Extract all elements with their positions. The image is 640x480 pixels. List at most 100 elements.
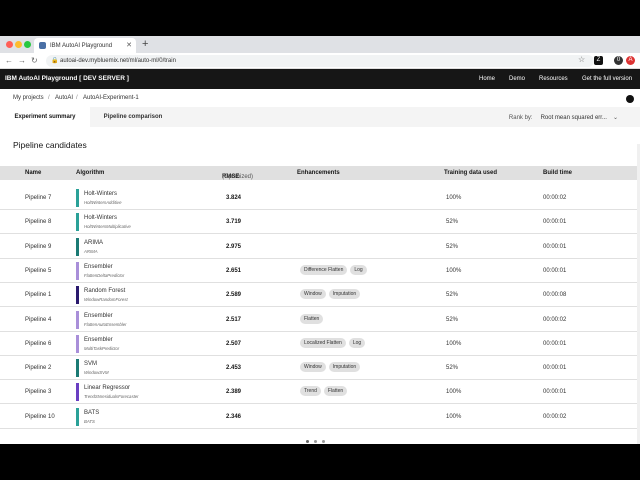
enhancement-tag: Log: [350, 264, 367, 275]
rmse-value: 2.651: [226, 267, 242, 274]
training-data-value: 100%: [446, 195, 462, 201]
enhancement-tag: Log: [348, 337, 366, 348]
build-time-value: 00:00:01: [543, 243, 567, 250]
tab-experiment-summary[interactable]: Experiment summary: [0, 107, 90, 127]
algorithm-estimator: HoltWintersMultiplicative: [84, 224, 131, 230]
pipeline-name[interactable]: Pipeline 8: [25, 219, 51, 225]
build-time-value: 00:00:02: [543, 195, 567, 201]
browser-tab[interactable]: IBM AutoAI Playground ✕: [34, 38, 136, 53]
algorithm-color-bar: [76, 286, 79, 305]
enhancement-tags: Difference Flatten Log: [300, 264, 367, 275]
table-row[interactable]: Pipeline 9 ARIMA ARIMA 2.975 52% 00:00:01: [0, 235, 640, 259]
pagination-dots[interactable]: [306, 440, 325, 443]
col-enhancements[interactable]: Enhancements: [297, 170, 340, 176]
table-row[interactable]: Pipeline 3 Linear Regressor TrendSNresidua…: [0, 380, 640, 405]
table-row[interactable]: Pipeline 7 Holt-Winters HoltWintersAdditiv…: [0, 186, 640, 210]
rmse-value: 2.346: [226, 413, 242, 420]
url-text: autoai-dev.mybluemix.net/ml/auto-ml/0/tr…: [60, 58, 176, 64]
url-field[interactable]: 🔒 autoai-dev.mybluemix.net/ml/auto-ml/0/…: [46, 55, 594, 67]
pipeline-name[interactable]: Pipeline 7: [25, 195, 51, 201]
enhancement-tag: Imputation: [328, 362, 361, 373]
app-brand[interactable]: IBM AutoAI Playground [ DEV SERVER ]: [5, 75, 129, 82]
training-data-value: 52%: [446, 316, 459, 323]
pipeline-name[interactable]: Pipeline 10: [25, 414, 55, 420]
algorithm-estimator: MultiTaskPredictor: [84, 345, 120, 351]
algorithm-estimator: HoltWintersAdditive: [84, 200, 122, 205]
algorithm-estimator: WindowSVM: [84, 370, 109, 376]
rank-by-select[interactable]: Rank by: Root mean squared err... ⌄: [509, 114, 618, 121]
algorithm-color-bar: [76, 334, 79, 353]
rmse-value: 3.824: [226, 195, 242, 201]
table-header: Name Algorithm RMSE (Optimized) Enhancem…: [0, 166, 640, 180]
enhancement-tag: Localized Flatten: [300, 337, 346, 348]
build-time-value: 00:00:08: [543, 292, 567, 299]
algorithm-color-bar: [76, 213, 79, 232]
help-icon[interactable]: [626, 95, 634, 103]
table-row[interactable]: Pipeline 10 BATS BATS 2.346 100% 00:00:02: [0, 405, 640, 429]
section-title: Pipeline candidates: [13, 140, 87, 150]
training-data-value: 52%: [446, 243, 459, 250]
rmse-value: 2.453: [226, 365, 242, 372]
pipeline-name[interactable]: Pipeline 6: [25, 341, 51, 347]
table-row[interactable]: Pipeline 2 SVM WindowSVM 2.453 Window Imputat…: [0, 356, 640, 381]
pipeline-name[interactable]: Pipeline 1: [25, 292, 51, 298]
build-time-value: 00:00:01: [543, 389, 567, 396]
breadcrumb: My projects / AutoAI / AutoAI-Experiment…: [0, 89, 640, 107]
pipeline-name[interactable]: Pipeline 5: [25, 268, 51, 274]
nav-resources[interactable]: Resources: [539, 76, 568, 82]
pipeline-name[interactable]: Pipeline 9: [25, 244, 51, 250]
new-tab-button[interactable]: +: [142, 38, 148, 50]
table-row[interactable]: Pipeline 5 Ensembler FlattenDeltaPredictor…: [0, 259, 640, 283]
close-window-icon[interactable]: [6, 41, 13, 48]
table-row[interactable]: Pipeline 8 Holt-Winters HoltWintersMultipl…: [0, 210, 640, 235]
star-icon[interactable]: ☆: [578, 55, 585, 64]
enhancement-tag: Flatten: [300, 313, 324, 324]
close-tab-icon[interactable]: ✕: [126, 41, 132, 49]
breadcrumb-autoai[interactable]: AutoAI: [55, 95, 73, 101]
build-time-value: 00:00:01: [543, 340, 567, 347]
nav-home[interactable]: Home: [479, 76, 495, 82]
browser-window: IBM AutoAI Playground ✕ + ← → ↻ 🔒 autoai…: [0, 36, 640, 444]
algorithm-estimator: FlattenDeltaPredictor: [84, 272, 125, 278]
favicon-icon: [39, 42, 46, 49]
training-data-value: 52%: [446, 292, 459, 299]
browser-tabbar: IBM AutoAI Playground ✕ +: [0, 36, 640, 53]
nav-demo[interactable]: Demo: [509, 76, 525, 82]
col-build[interactable]: Build time: [543, 170, 572, 176]
col-name[interactable]: Name: [25, 170, 41, 176]
enhancement-tags: Window Imputation: [300, 289, 361, 300]
enhancement-tag: Window: [300, 362, 326, 373]
pipeline-name[interactable]: Pipeline 3: [25, 389, 51, 395]
enhancement-tag: Flatten: [323, 386, 348, 397]
pipeline-name[interactable]: Pipeline 4: [25, 317, 51, 323]
extension-a-icon[interactable]: A: [626, 56, 635, 65]
table-row[interactable]: Pipeline 1 Random Forest WindowRandomFores…: [0, 283, 640, 308]
col-algorithm[interactable]: Algorithm: [76, 170, 104, 176]
training-data-value: 100%: [446, 267, 462, 274]
breadcrumb-experiment[interactable]: AutoAI-Experiment-1: [83, 95, 139, 101]
minimize-window-icon[interactable]: [15, 41, 22, 48]
profile-avatar[interactable]: 0: [614, 56, 623, 65]
algorithm-color-bar: [76, 189, 79, 207]
breadcrumb-my-projects[interactable]: My projects: [13, 95, 44, 101]
back-icon[interactable]: ←: [5, 56, 13, 65]
enhancement-tags: Window Imputation: [300, 362, 361, 373]
rank-by-value: Root mean squared err...: [540, 115, 607, 121]
extension-z-icon[interactable]: Z: [594, 56, 603, 65]
build-time-value: 00:00:02: [543, 413, 567, 420]
forward-icon[interactable]: →: [18, 56, 26, 65]
rmse-value: 2.589: [226, 292, 242, 299]
training-data-value: 100%: [446, 340, 462, 347]
maximize-window-icon[interactable]: [24, 41, 31, 48]
col-training[interactable]: Training data used: [444, 170, 497, 176]
rmse-value: 2.517: [226, 316, 242, 323]
algorithm-name: Holt-Winters: [84, 191, 118, 197]
table-row[interactable]: Pipeline 4 Ensembler FlattenAutoEnsembler 2…: [0, 308, 640, 332]
pipeline-name[interactable]: Pipeline 2: [25, 365, 51, 371]
algorithm-name: Ensembler: [84, 263, 113, 270]
experiment-tabs: Experiment summary Pipeline comparison R…: [0, 107, 640, 127]
nav-full-version[interactable]: Get the full version: [582, 76, 632, 82]
tab-pipeline-comparison[interactable]: Pipeline comparison: [90, 107, 176, 127]
table-row[interactable]: Pipeline 6 Ensembler MultiTaskPredictor 2.5…: [0, 332, 640, 356]
reload-icon[interactable]: ↻: [31, 56, 38, 65]
